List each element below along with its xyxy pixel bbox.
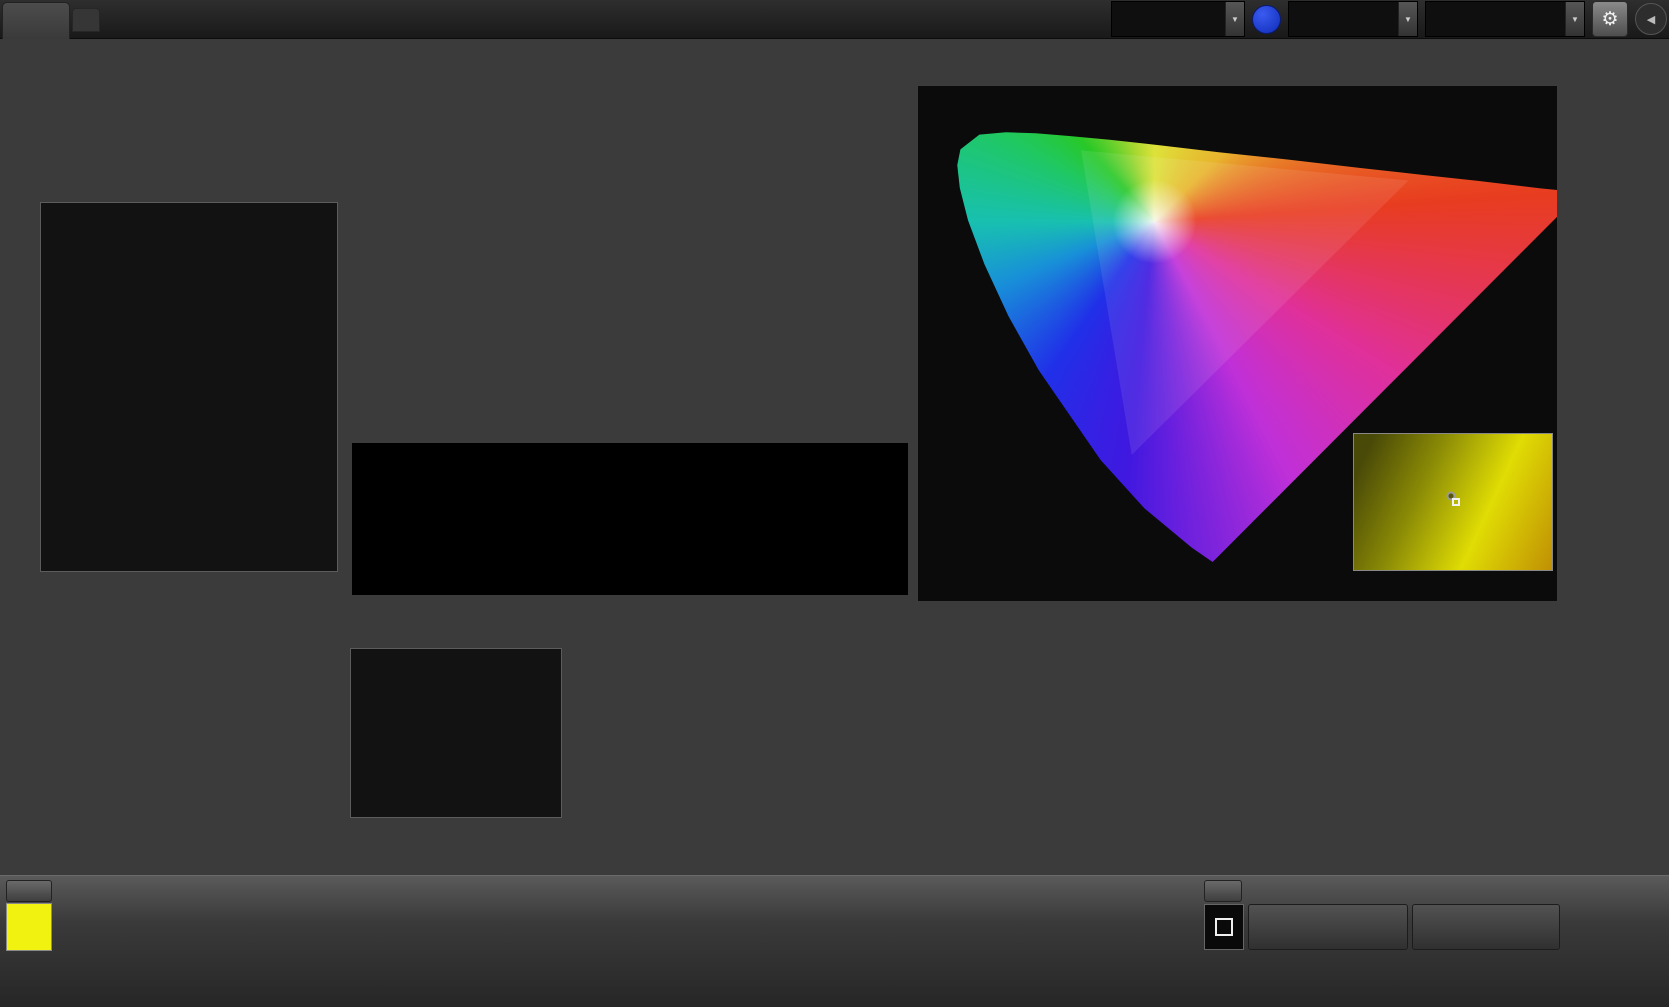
chevron-down-icon[interactable]: ▼ — [1565, 2, 1584, 36]
source-dropdown[interactable]: ▼ — [1288, 1, 1418, 37]
cie-target-marker — [1452, 498, 1460, 506]
stop-icon — [1215, 918, 1233, 936]
tab-history[interactable] — [2, 2, 70, 39]
meter-dropdown[interactable]: ▼ — [1111, 1, 1245, 37]
add-tab-button[interactable] — [72, 8, 100, 32]
chevron-down-icon[interactable]: ▼ — [1225, 2, 1244, 36]
bottom-control-bar — [0, 875, 1669, 1007]
collapse-arrow-icon[interactable]: ◀ — [1635, 3, 1667, 35]
meter-dropdown-label — [1116, 2, 1225, 36]
gear-icon[interactable]: ⚙ — [1592, 1, 1628, 37]
deltae2000-chart — [0, 185, 345, 595]
display-dropdown-label — [1430, 2, 1565, 36]
cie-chromaticity-chart — [917, 85, 1558, 602]
actual-target-swatch-strip — [352, 443, 908, 595]
top-toolbar: ▼ ▼ ▼ ⚙ ◀ — [0, 0, 1669, 39]
rgb-balance-chart — [318, 628, 580, 840]
display-control-dropdown[interactable]: ▼ — [1425, 1, 1585, 37]
back-button[interactable] — [1248, 904, 1408, 950]
chevron-down-icon[interactable]: ▼ — [1398, 2, 1417, 36]
stop-measure-button[interactable] — [1204, 904, 1244, 950]
toolbar-right-group: ▼ ▼ ▼ ⚙ ◀ — [1111, 1, 1667, 37]
expand-up-icon[interactable] — [6, 880, 52, 902]
source-dropdown-label — [1293, 2, 1398, 36]
rgb-balance-plot — [350, 648, 562, 818]
expand-up-icon[interactable] — [1204, 880, 1242, 902]
next-button[interactable] — [1412, 904, 1560, 950]
measurement-count-badge[interactable] — [1252, 4, 1281, 34]
app-window: ▼ ▼ ▼ ⚙ ◀ — [0, 0, 1669, 1007]
current-patch-swatch — [6, 903, 52, 951]
deltae2000-plot — [40, 202, 338, 572]
cie-zoom-inset — [1353, 433, 1553, 571]
